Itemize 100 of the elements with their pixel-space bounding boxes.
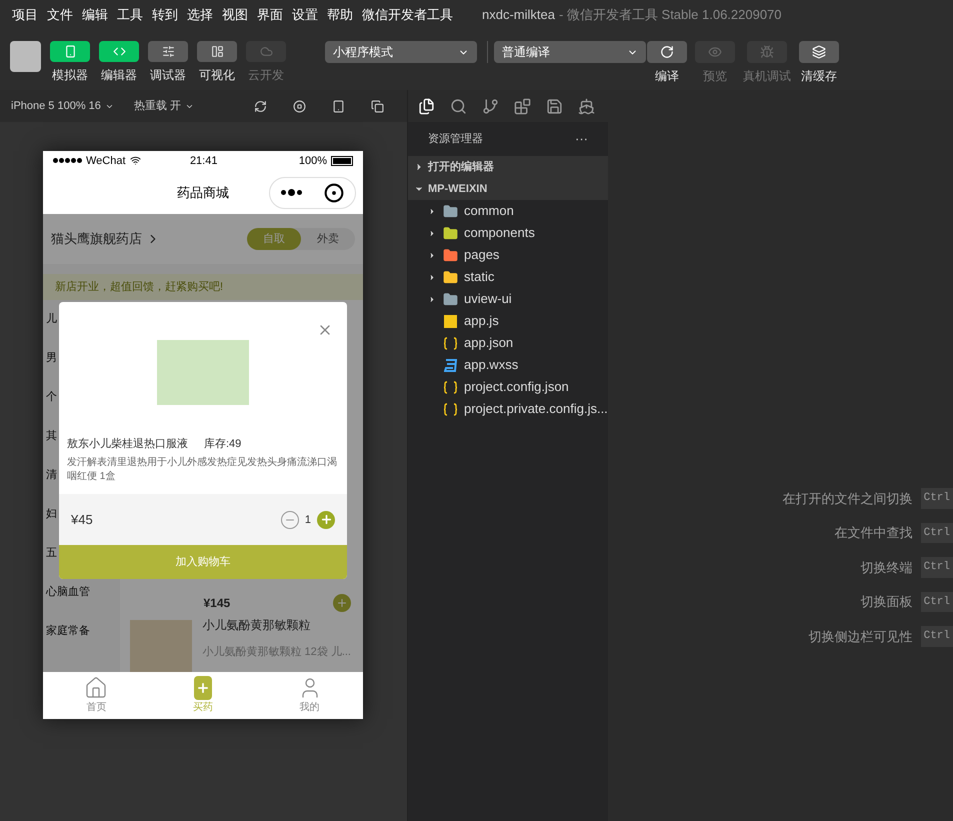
shortcut-label: 在打开的文件之间切换 — [782, 490, 913, 508]
file-tree-item[interactable]: pages — [408, 244, 608, 266]
device-select[interactable]: iPhone 5 100% 16 — [11, 98, 114, 114]
compile-select[interactable]: 普通编译 — [494, 41, 646, 63]
notice-text: 新店开业，超值回馈，赶紧购买吧! — [55, 280, 224, 295]
plus-button[interactable] — [317, 510, 335, 529]
expand-icon — [428, 228, 436, 238]
menu-item[interactable]: 编辑 — [82, 5, 108, 25]
phone-icon[interactable] — [332, 100, 345, 112]
menu-item[interactable]: 工具 — [117, 5, 143, 25]
toolbar-button[interactable] — [647, 41, 687, 63]
modal-product-description: 发汗解表清里退热用于小儿外感发热症见发热头身痛流涕口渴咽红便 1盒 — [66, 456, 338, 484]
product-price: ¥145 — [203, 594, 230, 612]
modal-product-name: 敖东小儿柴桂退热口服液 — [67, 436, 188, 452]
file-name: app.wxss — [464, 356, 518, 374]
shortcut-label: 在文件中查找 — [834, 524, 913, 542]
toolbar-icon — [760, 45, 774, 59]
menu-item[interactable]: 设置 — [292, 5, 318, 25]
file-name: static — [464, 268, 494, 286]
tab-bar-item[interactable]: 首页 — [43, 672, 150, 719]
shortcut-label: 切换面板 — [860, 593, 913, 611]
file-name: uview-ui — [464, 290, 512, 308]
braces-icon — [442, 380, 458, 394]
minus-button[interactable] — [280, 510, 299, 529]
menu-item[interactable]: 选择 — [187, 5, 213, 25]
toolbar-label: 模拟器 — [52, 67, 88, 84]
file-name: app.json — [464, 334, 514, 352]
explorer-section[interactable]: 打开的编辑器 — [408, 156, 608, 178]
file-tree-item[interactable]: components — [408, 222, 608, 244]
braces-icon — [442, 336, 458, 350]
menu-item[interactable]: 项目 — [12, 5, 38, 25]
menu-item[interactable]: 文件 — [47, 5, 73, 25]
mode-select[interactable]: 小程序模式 — [325, 41, 477, 63]
menu-item[interactable]: 微信开发者工具 — [362, 5, 453, 25]
capsule-button[interactable] — [269, 176, 356, 209]
expand-icon — [428, 206, 436, 216]
toolbar-label: 清缓存 — [801, 68, 837, 85]
folder-icon — [442, 292, 458, 306]
toolbar-label: 云开发 — [248, 67, 284, 84]
file-tree-item[interactable]: static — [408, 266, 608, 288]
panel-icon[interactable] — [546, 98, 563, 114]
file-tree-item[interactable]: project.private.config.js... — [408, 398, 608, 420]
toolbar-label: 调试器 — [150, 67, 186, 84]
home-icon — [84, 676, 108, 700]
toolbar-button[interactable] — [799, 41, 839, 63]
more-button[interactable]: ··· — [575, 129, 588, 149]
medicine-bottle-icon — [194, 676, 212, 700]
toolbar-icon — [812, 45, 826, 59]
window-subtitle: - 微信开发者工具 Stable 1.06.2209070 — [558, 6, 782, 24]
menu-item[interactable]: 界面 — [257, 5, 283, 25]
menu-item[interactable]: 视图 — [222, 5, 248, 25]
modal-price: ¥45 — [71, 511, 93, 530]
key-label: Ctrl — [920, 557, 953, 578]
file-tree-item[interactable]: app.json — [408, 332, 608, 354]
store-name[interactable]: 猫头鹰旗舰药店 — [51, 229, 142, 249]
menu-item[interactable]: 转到 — [152, 5, 178, 25]
file-tree-item[interactable]: uview-ui — [408, 288, 608, 310]
toolbar-label: 编译 — [655, 68, 679, 85]
pickup-tab[interactable]: 外卖 — [301, 228, 355, 250]
expand-icon — [428, 294, 436, 304]
toolbar-button[interactable] — [50, 41, 90, 62]
files-icon[interactable] — [418, 98, 435, 114]
toolbar-icon — [210, 45, 224, 58]
windows-icon[interactable] — [370, 100, 384, 112]
hot-reload-select[interactable]: 热重载 开 — [134, 98, 194, 114]
toolbar-icon — [112, 45, 126, 58]
key-label: Ctrl — [920, 488, 953, 508]
search-icon[interactable] — [450, 98, 467, 114]
toolbar-button[interactable] — [148, 41, 188, 62]
stock-label: 库存:49 — [204, 436, 242, 452]
key-label: Ctrl — [920, 522, 953, 543]
product-photo — [130, 620, 192, 672]
branch-icon[interactable] — [482, 98, 499, 114]
menu-item[interactable]: 帮助 — [327, 5, 353, 25]
explorer-title: 资源管理器 — [428, 132, 483, 147]
file-name: pages — [464, 246, 500, 264]
tab-bar-item[interactable]: 我的 — [256, 672, 363, 719]
category-item[interactable]: 家庭常备 — [43, 612, 120, 651]
nav-title: 药品商城 — [177, 184, 229, 202]
window-title: nxdc-milktea — [482, 6, 555, 24]
plus-icon — [320, 513, 332, 526]
plus-icon — [336, 596, 348, 609]
file-tree-item[interactable]: app.wxss — [408, 354, 608, 376]
explorer-section[interactable]: MP-WEIXIN — [408, 178, 608, 200]
file-tree-item[interactable]: app.js — [408, 310, 608, 332]
toolbar-icon — [64, 45, 76, 58]
extensions-icon[interactable] — [514, 98, 531, 114]
file-name: project.config.json — [464, 378, 569, 396]
file-tree-item[interactable]: project.config.json — [408, 376, 608, 398]
refresh-icon[interactable] — [254, 100, 267, 112]
status-time: 21:41 — [190, 154, 218, 169]
stop-icon[interactable] — [292, 100, 306, 112]
toolbar-label: 可视化 — [199, 67, 235, 84]
folder-icon — [442, 226, 458, 240]
file-name: components — [464, 224, 535, 242]
file-tree-item[interactable]: common — [408, 200, 608, 222]
toolbar-button[interactable] — [197, 41, 237, 62]
battery-icon — [331, 156, 353, 166]
toolbar-icon — [660, 45, 674, 59]
carrier-label: WeChat — [86, 154, 126, 169]
